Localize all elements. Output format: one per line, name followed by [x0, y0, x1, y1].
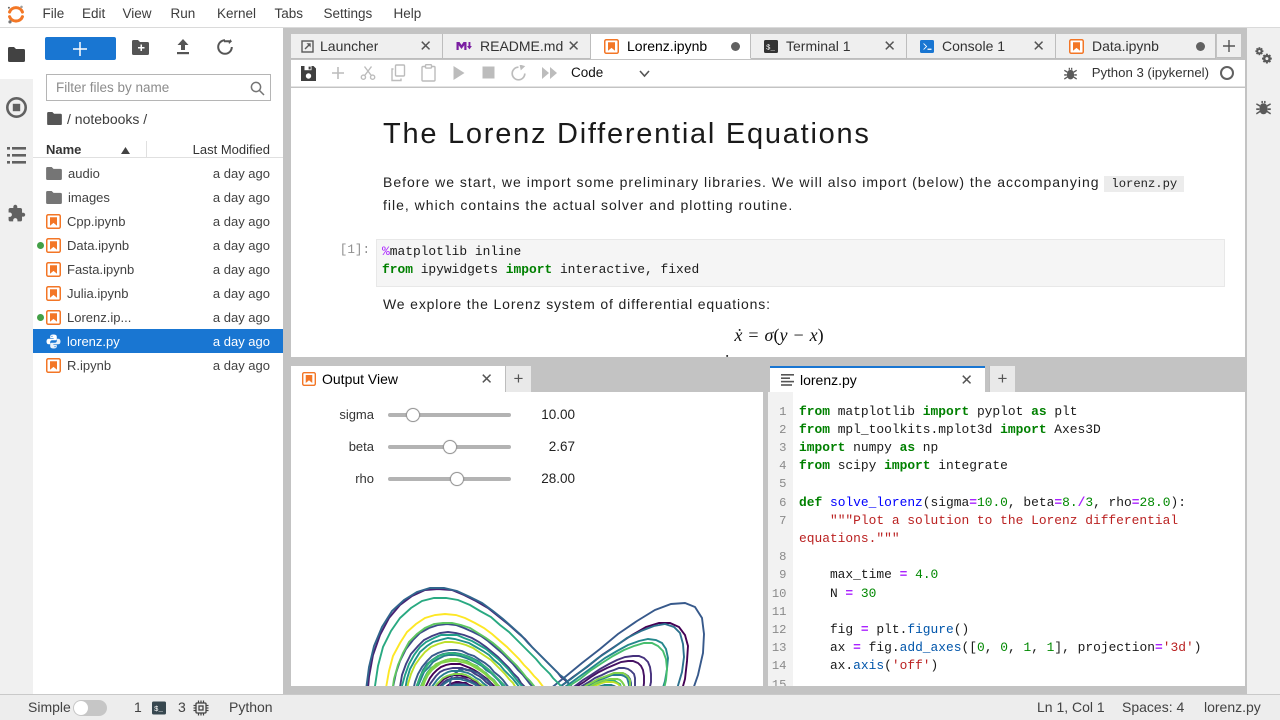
svg-text:$_: $_: [766, 44, 776, 52]
svg-text:$_: $_: [154, 706, 164, 714]
